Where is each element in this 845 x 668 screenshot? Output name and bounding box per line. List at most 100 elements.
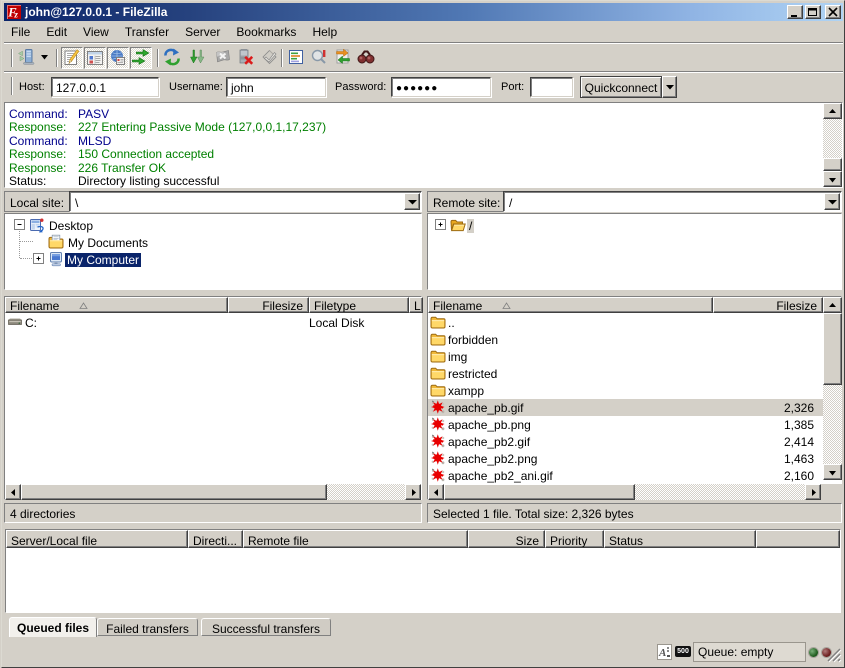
- remote-file-row[interactable]: restricted: [428, 365, 841, 382]
- local-col-last-modified[interactable]: L: [409, 297, 423, 313]
- local-col-filetype[interactable]: Filetype: [309, 297, 409, 313]
- host-input[interactable]: 127.0.0.1: [51, 77, 159, 97]
- queue-col-direction[interactable]: Directi...: [188, 530, 243, 548]
- tree-collapse-icon[interactable]: [14, 219, 25, 230]
- remote-file-row[interactable]: xampp: [428, 382, 841, 399]
- password-input[interactable]: ●●●●●●: [391, 77, 491, 97]
- queue-col-local-file[interactable]: Server/Local file: [6, 530, 188, 548]
- local-scroll-thumb[interactable]: [21, 484, 327, 500]
- remote-file-row[interactable]: apache_pb.gif2,326: [428, 399, 841, 416]
- folder-icon: [430, 365, 446, 381]
- menu-transfer[interactable]: Transfer: [117, 23, 177, 41]
- remote-col-filename[interactable]: Filename: [428, 297, 713, 313]
- log-label: Command:: [9, 107, 68, 121]
- log-line: Command:MLSD: [5, 134, 842, 147]
- tree-expand-icon[interactable]: [33, 253, 44, 264]
- local-scroll-track[interactable]: [327, 484, 405, 500]
- remote-site-combo[interactable]: /: [503, 191, 842, 212]
- window-title: john@127.0.0.1 - FileZilla: [25, 5, 167, 19]
- remote-hscroll-track[interactable]: [635, 484, 805, 500]
- cancel-icon[interactable]: [214, 48, 232, 66]
- menu-server[interactable]: Server: [177, 23, 228, 41]
- toggle-queue-icon[interactable]: [130, 47, 152, 69]
- quickconnect-dropdown-button[interactable]: [662, 76, 677, 98]
- close-button[interactable]: [825, 5, 841, 19]
- quickconnect-button[interactable]: Quickconnect: [580, 76, 662, 98]
- local-site-combo[interactable]: \: [69, 191, 422, 212]
- tab-failed-transfers[interactable]: Failed transfers: [97, 618, 198, 636]
- port-input[interactable]: [530, 77, 573, 97]
- remote-scroll-right-button[interactable]: [805, 484, 821, 500]
- menu-bookmarks[interactable]: Bookmarks: [228, 23, 304, 41]
- remote-scroll-down-button[interactable]: [823, 464, 842, 480]
- local-file-row[interactable]: C: Local Disk: [5, 314, 421, 331]
- resize-grip[interactable]: [824, 645, 842, 663]
- svg-text:z: z: [13, 10, 18, 20]
- remote-file-row[interactable]: apache_pb2.png1,463: [428, 450, 841, 467]
- disconnect-icon[interactable]: [237, 48, 255, 66]
- site-manager-dropdown-icon[interactable]: [41, 55, 48, 60]
- remote-file-row[interactable]: forbidden: [428, 331, 841, 348]
- local-site-combo-button[interactable]: [404, 193, 420, 210]
- remote-file-row[interactable]: ..: [428, 314, 841, 331]
- log-line: Response:226 Transfer OK: [5, 161, 842, 174]
- log-line: Response:227 Entering Passive Mode (127,…: [5, 120, 842, 133]
- remote-file-row[interactable]: apache_pb2.gif2,414: [428, 433, 841, 450]
- file-name: apache_pb.gif: [448, 401, 523, 415]
- queue-col-size[interactable]: Size: [468, 530, 545, 548]
- column-header-label: Filename: [10, 299, 59, 313]
- filter-icon[interactable]: [287, 48, 305, 66]
- toggle-remote-tree-icon[interactable]: [107, 47, 129, 69]
- local-scroll-right-button[interactable]: [405, 484, 421, 500]
- process-queue-icon[interactable]: [188, 48, 206, 66]
- minimize-button[interactable]: [787, 5, 803, 19]
- remote-file-row[interactable]: apache_pb.png1,385: [428, 416, 841, 433]
- remote-col-filesize[interactable]: Filesize: [713, 297, 823, 313]
- queue-col-extra[interactable]: [756, 530, 840, 548]
- username-label: Username:: [169, 81, 223, 93]
- remote-file-row[interactable]: apache_pb2_ani.gif2,160: [428, 467, 841, 484]
- queue-status: Queue: empty: [693, 642, 806, 662]
- log-scroll-up-button[interactable]: [823, 103, 842, 119]
- queue-col-remote-file[interactable]: Remote file: [243, 530, 468, 548]
- port-label: Port:: [501, 81, 524, 93]
- toolbar-separator: [11, 49, 13, 67]
- log-scroll-down-button[interactable]: [823, 171, 842, 187]
- reconnect-icon[interactable]: [261, 48, 279, 66]
- chevron-down-icon: [408, 200, 417, 205]
- menu-file[interactable]: File: [3, 23, 38, 41]
- queue-col-status[interactable]: Status: [604, 530, 756, 548]
- local-col-filename[interactable]: Filename: [5, 297, 228, 313]
- maximize-button[interactable]: [805, 5, 821, 19]
- log-scroll-thumb[interactable]: [823, 158, 842, 171]
- menu-view[interactable]: View: [75, 23, 117, 41]
- log-scroll-track[interactable]: [823, 119, 842, 158]
- remote-vscroll-track[interactable]: [823, 385, 842, 464]
- remote-file-row[interactable]: img: [428, 348, 841, 365]
- directory-comparison-icon[interactable]: [310, 48, 328, 66]
- toggle-message-log-icon[interactable]: [61, 47, 83, 69]
- folder-icon: [430, 314, 446, 330]
- menu-edit[interactable]: Edit: [38, 23, 75, 41]
- remote-hscroll-thumb[interactable]: [444, 484, 635, 500]
- username-input[interactable]: john: [226, 77, 326, 97]
- tree-expand-icon[interactable]: [435, 219, 446, 230]
- log-label: Command:: [9, 134, 68, 148]
- local-col-filesize[interactable]: Filesize: [228, 297, 309, 313]
- remote-scroll-up-button[interactable]: [823, 297, 842, 313]
- column-header-label: L: [414, 299, 421, 313]
- queue-col-priority[interactable]: Priority: [545, 530, 604, 548]
- tab-queued-files[interactable]: Queued files: [9, 617, 97, 637]
- remote-vscroll-thumb[interactable]: [823, 313, 842, 385]
- local-scroll-left-button[interactable]: [5, 484, 21, 500]
- site-manager-icon[interactable]: [17, 48, 35, 66]
- menu-help[interactable]: Help: [304, 23, 345, 41]
- tab-successful-transfers[interactable]: Successful transfers: [201, 618, 331, 636]
- title-bar: F z john@127.0.0.1 - FileZilla: [4, 3, 843, 21]
- toggle-local-tree-icon[interactable]: [84, 47, 106, 69]
- remote-site-combo-button[interactable]: [824, 193, 840, 210]
- remote-scroll-left-button[interactable]: [428, 484, 444, 500]
- synchronized-browsing-icon[interactable]: [334, 48, 352, 66]
- find-files-icon[interactable]: [357, 48, 375, 66]
- refresh-icon[interactable]: [163, 48, 181, 66]
